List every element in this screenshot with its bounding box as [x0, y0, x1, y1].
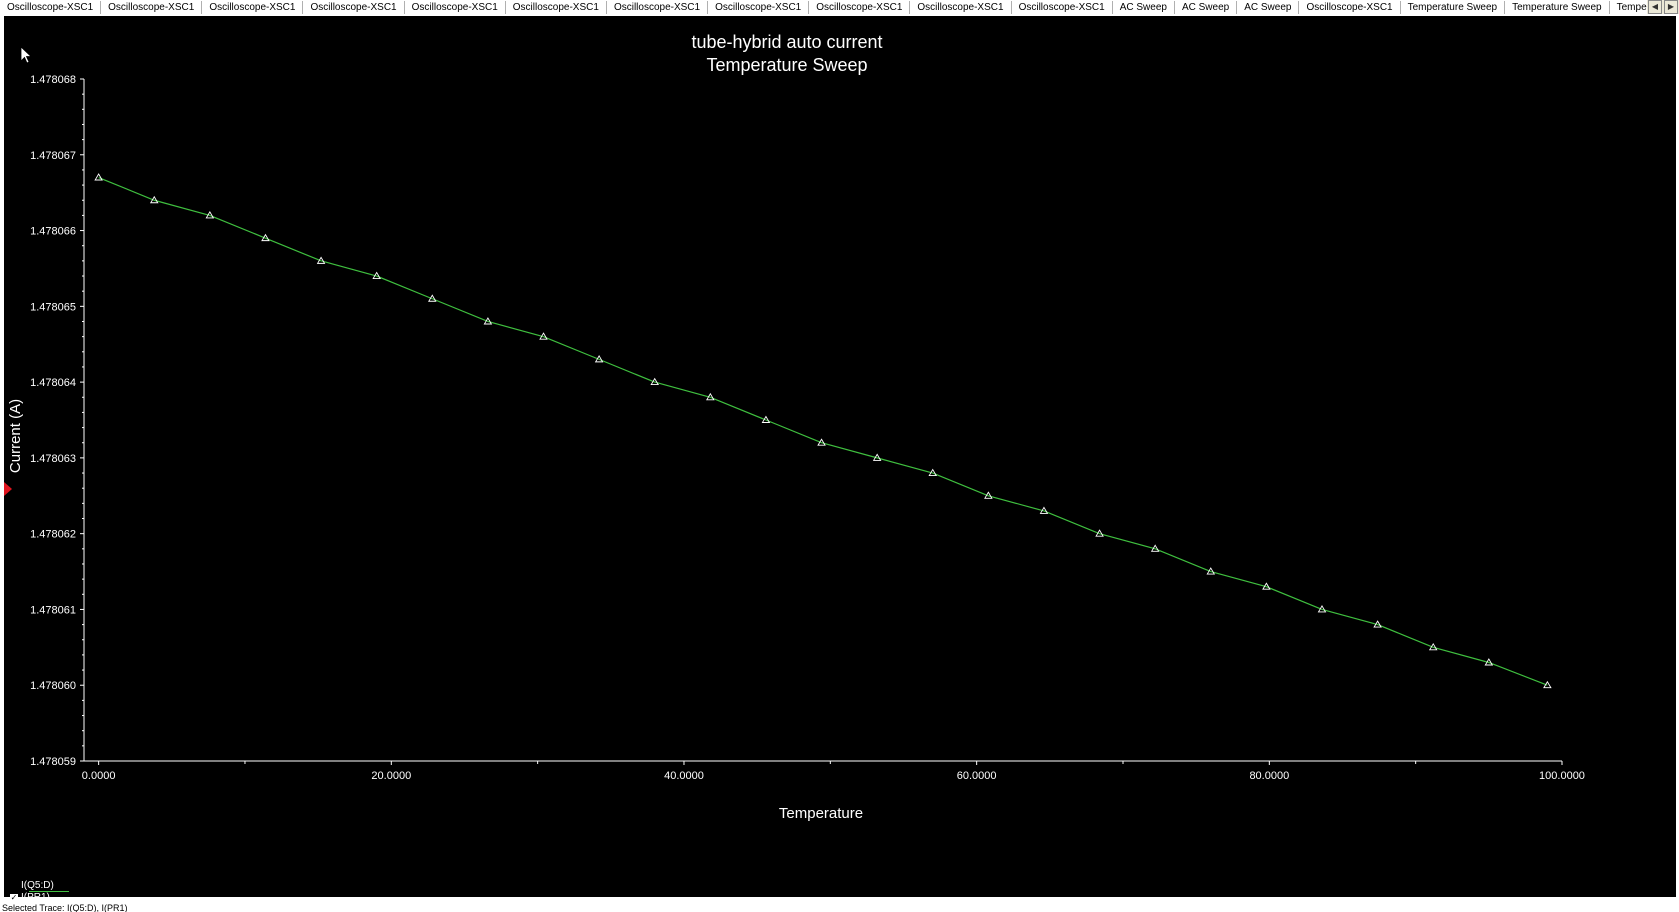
- tab[interactable]: Oscilloscope-XSC1: [708, 0, 810, 14]
- y-tick-label: 1.478061: [30, 604, 76, 616]
- x-tick-label: 0.0000: [82, 770, 116, 782]
- tab[interactable]: Oscilloscope-XSC1: [607, 0, 709, 14]
- tab[interactable]: AC Sweep: [1175, 0, 1238, 14]
- tab[interactable]: Oscilloscope-XSC1: [910, 0, 1012, 14]
- tab[interactable]: Oscilloscope-XSC1: [405, 0, 506, 14]
- tab[interactable]: Oscilloscope-XSC1: [506, 0, 607, 14]
- mouse-pointer-icon: [20, 46, 33, 64]
- scroll-left-icon[interactable]: ◀: [1648, 0, 1662, 14]
- tab[interactable]: Temperature Sweep: [1505, 0, 1610, 14]
- y-tick-label: 1.478065: [30, 301, 76, 313]
- legend-entry: I(Q5:D): [10, 880, 69, 892]
- x-tick-label: 100.0000: [1539, 770, 1585, 782]
- chart-svg[interactable]: tube-hybrid auto current Temperature Swe…: [4, 16, 1676, 897]
- checkbox-icon[interactable]: ✓: [10, 894, 18, 902]
- tab-bar: Oscilloscope-XSC1 Oscilloscope-XSC1 Oscill…: [0, 0, 1679, 14]
- y-tick-label: 1.478067: [30, 150, 76, 162]
- legend-entry[interactable]: ✓ I(PR1): [10, 892, 54, 904]
- legend-label: I(PR1): [21, 892, 50, 903]
- y-tick-label: 1.478068: [30, 74, 76, 86]
- tab[interactable]: Oscilloscope-XSC1: [303, 0, 405, 14]
- tab[interactable]: Oscilloscope-XSC1: [809, 0, 911, 14]
- plot-area[interactable]: tube-hybrid auto current Temperature Swe…: [4, 16, 1676, 897]
- y-axis-label: Current (A): [7, 399, 24, 473]
- tab[interactable]: Oscilloscope-XSC1: [202, 0, 304, 14]
- x-axis-label: Temperature: [779, 805, 863, 822]
- series-line: [98, 176, 1548, 686]
- graph-panel: tube-hybrid auto current Temperature Swe…: [0, 14, 1679, 903]
- y-tick-label: 1.478064: [30, 377, 76, 389]
- x-tick-label: 60.0000: [957, 770, 997, 782]
- status-bar: Selected Trace: I(Q5:D), I(PR1): [0, 904, 1679, 912]
- axes: 1.478059 1.478060 1.478061 1.478062 1.478063…: [30, 74, 1585, 782]
- y-tick-label: 1.478062: [30, 529, 76, 541]
- legend: I(Q5:D) ✓ I(PR1): [10, 880, 69, 904]
- series-group: [94, 173, 1552, 689]
- tab[interactable]: Temperature Sweep: [1401, 0, 1506, 14]
- y-tick-label: 1.478066: [30, 226, 76, 238]
- x-tick-label: 40.0000: [664, 770, 704, 782]
- tab[interactable]: Oscilloscope-XSC1: [101, 0, 203, 14]
- y-tick-label: 1.478059: [30, 756, 76, 768]
- tab[interactable]: Oscilloscope-XSC1: [1299, 0, 1401, 14]
- tab[interactable]: Oscilloscope-XSC1: [1012, 0, 1113, 14]
- y-tick-label: 1.478063: [30, 453, 76, 465]
- tab-scroll-controls: ◀ ▶: [1647, 0, 1679, 14]
- cursor-marker-icon[interactable]: [4, 482, 12, 496]
- x-tick-label: 20.0000: [371, 770, 411, 782]
- y-tick-label: 1.478060: [30, 680, 76, 692]
- chart-title: tube-hybrid auto current: [691, 32, 882, 52]
- chart-subtitle: Temperature Sweep: [706, 55, 867, 75]
- tab[interactable]: AC Sweep: [1113, 0, 1175, 14]
- scroll-right-icon[interactable]: ▶: [1664, 0, 1678, 14]
- x-tick-label: 80.0000: [1249, 770, 1289, 782]
- tab[interactable]: AC Sweep: [1237, 0, 1300, 14]
- tab[interactable]: Oscilloscope-XSC1: [0, 0, 102, 14]
